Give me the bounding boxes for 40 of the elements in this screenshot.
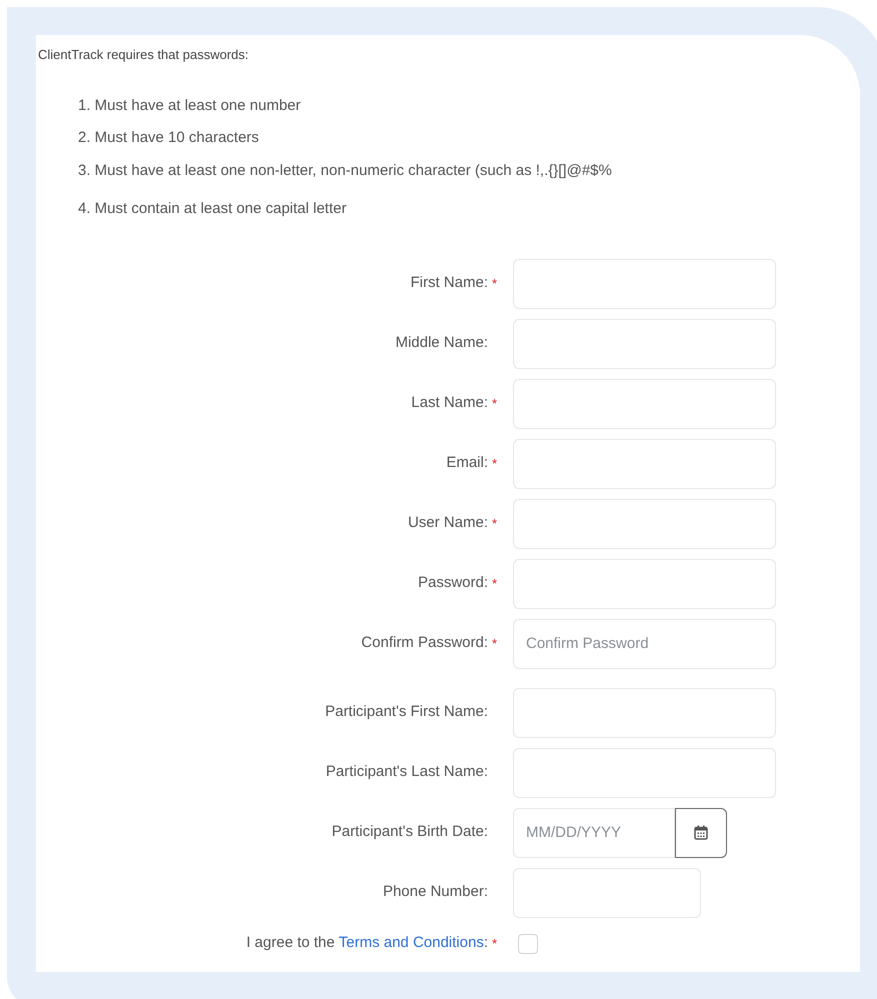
text-field[interactable] bbox=[513, 558, 776, 608]
field-label: Middle Name: bbox=[395, 333, 488, 354]
field-label: Participant's Birth Date: bbox=[332, 822, 488, 842]
text-field[interactable] bbox=[513, 258, 776, 308]
text-field[interactable] bbox=[513, 748, 776, 798]
text-field[interactable] bbox=[513, 318, 776, 368]
rule-item: 3. Must have at least one non-letter, non-numeric character (such as !,.{}[]@#$% bbox=[78, 160, 613, 180]
required-mark: * bbox=[492, 276, 498, 290]
field-label: Phone Number: bbox=[382, 882, 488, 902]
intro-text: ClientTrack requires that passwords: bbox=[37, 46, 250, 64]
calendar-button[interactable] bbox=[675, 808, 727, 858]
field-label: Email: bbox=[446, 453, 488, 474]
text-field[interactable] bbox=[513, 498, 776, 548]
terms-label: I agree to the bbox=[246, 933, 335, 954]
calendar-icon bbox=[694, 825, 708, 840]
text-field[interactable] bbox=[513, 378, 776, 428]
required-mark: * bbox=[492, 936, 498, 950]
date-field[interactable]: MM/DD/YYYY bbox=[513, 808, 675, 858]
terms-checkbox[interactable] bbox=[518, 934, 538, 954]
text-field[interactable] bbox=[513, 438, 776, 488]
field-label: Participant's First Name: bbox=[325, 702, 488, 722]
field-label: Last Name: bbox=[411, 393, 488, 414]
required-mark: * bbox=[492, 576, 498, 590]
terms-colon: : bbox=[484, 933, 488, 954]
field-label: First Name: bbox=[410, 273, 488, 294]
field-label: Confirm Password: bbox=[361, 633, 488, 654]
field-label: Participant's Last Name: bbox=[326, 762, 488, 782]
text-field[interactable] bbox=[513, 688, 776, 738]
rule-item: 2. Must have 10 characters bbox=[78, 128, 260, 148]
rule-item: 4. Must contain at least one capital letter bbox=[78, 199, 348, 219]
required-mark: * bbox=[492, 636, 498, 650]
required-mark: * bbox=[492, 516, 498, 530]
required-mark: * bbox=[492, 396, 498, 410]
terms-link[interactable]: Terms and Conditions bbox=[338, 932, 484, 955]
rule-item: 1. Must have at least one number bbox=[78, 96, 302, 116]
field-label: User Name: bbox=[408, 513, 488, 534]
text-field[interactable] bbox=[513, 868, 701, 918]
text-field[interactable]: Confirm Password bbox=[513, 618, 776, 668]
required-mark: * bbox=[492, 456, 498, 470]
field-label: Password: bbox=[418, 573, 488, 594]
